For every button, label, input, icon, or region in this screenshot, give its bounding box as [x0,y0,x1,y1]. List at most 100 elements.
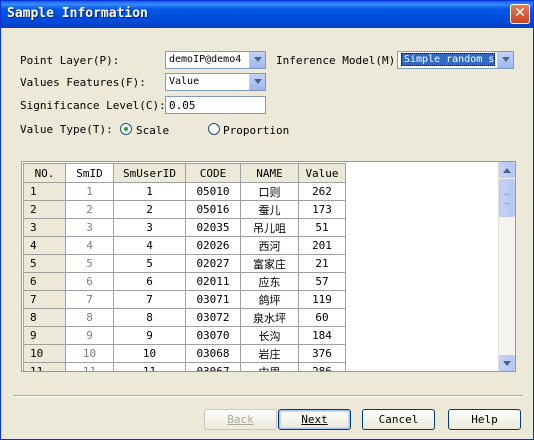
cell-no[interactable]: 11 [23,362,66,371]
cell-smid[interactable]: 4 [65,236,114,255]
cell-value[interactable]: 60 [298,308,346,327]
chevron-down-icon[interactable] [249,52,265,68]
table-row[interactable]: 5 5 5 02027 富家庄 21 [23,254,346,273]
column-header-smuserid[interactable]: SmUserID [113,163,186,183]
cell-smid[interactable]: 1 [65,182,114,201]
values-features-select[interactable]: Value [165,73,266,91]
table-row[interactable]: 2 2 2 05016 蚕儿 173 [23,200,346,219]
cell-value[interactable]: 376 [298,344,346,363]
column-header-code[interactable]: CODE [185,163,241,183]
table-row[interactable]: 9 9 9 03070 长沟 184 [23,326,346,345]
cell-smuserid[interactable]: 7 [113,290,186,309]
cell-no[interactable]: 10 [23,344,66,363]
vertical-scrollbar[interactable] [498,162,515,371]
cell-code[interactable]: 02027 [185,254,241,273]
cell-value[interactable]: 286 [298,362,346,371]
radio-scale-label[interactable]: Scale [136,124,169,137]
cell-name[interactable]: 中思 [240,362,299,371]
help-button[interactable]: Help [448,409,521,430]
cell-code[interactable]: 03068 [185,344,241,363]
cell-name[interactable]: 西河 [240,236,299,255]
close-icon[interactable]: ✕ [510,4,530,24]
scroll-thumb[interactable] [499,179,515,217]
cell-smuserid[interactable]: 9 [113,326,186,345]
inference-model-select[interactable]: Simple random sa [397,51,514,69]
cell-value[interactable]: 173 [298,200,346,219]
table-row[interactable]: 1 1 1 05010 口则 262 [23,182,346,201]
scroll-down-icon[interactable] [499,355,515,371]
cell-code[interactable]: 03071 [185,290,241,309]
scroll-up-icon[interactable] [499,162,515,178]
cell-smuserid[interactable]: 4 [113,236,186,255]
table-row[interactable]: 10 10 10 03068 岩庄 376 [23,344,346,363]
table-row[interactable]: 8 8 8 03072 泉水坪 60 [23,308,346,327]
radio-scale[interactable] [120,123,132,135]
cell-name[interactable]: 蚕儿 [240,200,299,219]
cell-value[interactable]: 21 [298,254,346,273]
cell-value[interactable]: 57 [298,272,346,291]
cell-no[interactable]: 3 [23,218,66,237]
cell-code[interactable]: 02026 [185,236,241,255]
cell-value[interactable]: 119 [298,290,346,309]
table-row[interactable]: 11 11 11 03067 中思 286 [23,362,346,371]
cell-smuserid[interactable]: 1 [113,182,186,201]
cell-name[interactable]: 应东 [240,272,299,291]
back-button[interactable]: Back [204,409,277,430]
cell-code[interactable]: 02035 [185,218,241,237]
table-row[interactable]: 3 3 3 02035 吊儿咀 51 [23,218,346,237]
cell-name[interactable]: 岩庄 [240,344,299,363]
column-header-smid[interactable]: SmID [65,163,114,183]
cell-smid[interactable]: 2 [65,200,114,219]
cell-smid[interactable]: 6 [65,272,114,291]
table-row[interactable]: 4 4 4 02026 西河 201 [23,236,346,255]
cell-code[interactable]: 03072 [185,308,241,327]
column-header-name[interactable]: NAME [240,163,299,183]
title-bar[interactable]: Sample Information ✕ [1,1,533,28]
cell-smid[interactable]: 9 [65,326,114,345]
cell-name[interactable]: 泉水坪 [240,308,299,327]
cell-name[interactable]: 长沟 [240,326,299,345]
cell-no[interactable]: 1 [23,182,66,201]
cell-no[interactable]: 2 [23,200,66,219]
table-row[interactable]: 7 7 7 03071 鸽坪 119 [23,290,346,309]
cell-smuserid[interactable]: 3 [113,218,186,237]
cell-smuserid[interactable]: 5 [113,254,186,273]
cell-smid[interactable]: 5 [65,254,114,273]
cell-code[interactable]: 03067 [185,362,241,371]
cell-no[interactable]: 8 [23,308,66,327]
cell-name[interactable]: 吊儿咀 [240,218,299,237]
cell-name[interactable]: 鸽坪 [240,290,299,309]
cell-smuserid[interactable]: 10 [113,344,186,363]
cell-code[interactable]: 02011 [185,272,241,291]
cell-code[interactable]: 03070 [185,326,241,345]
radio-proportion[interactable] [208,123,220,135]
significance-level-input[interactable]: 0.05 [165,96,266,114]
chevron-down-icon[interactable] [497,52,513,68]
sample-data-grid[interactable]: NO. SmID SmUserID CODE NAME Value 1 1 1 050… [21,161,516,372]
cell-smid[interactable]: 11 [65,362,114,371]
cell-smuserid[interactable]: 6 [113,272,186,291]
cell-smid[interactable]: 10 [65,344,114,363]
cell-smuserid[interactable]: 11 [113,362,186,371]
cell-name[interactable]: 口则 [240,182,299,201]
cell-no[interactable]: 4 [23,236,66,255]
column-header-value[interactable]: Value [298,163,346,183]
cell-value[interactable]: 51 [298,218,346,237]
cell-value[interactable]: 184 [298,326,346,345]
cell-no[interactable]: 9 [23,326,66,345]
next-button[interactable]: Next [278,409,351,430]
cell-no[interactable]: 6 [23,272,66,291]
cell-name[interactable]: 富家庄 [240,254,299,273]
cell-no[interactable]: 5 [23,254,66,273]
cell-smid[interactable]: 7 [65,290,114,309]
cell-value[interactable]: 262 [298,182,346,201]
chevron-down-icon[interactable] [249,74,265,90]
point-layer-select[interactable]: demoIP@demo4 [165,51,266,69]
column-header-no[interactable]: NO. [23,163,66,183]
table-row[interactable]: 6 6 6 02011 应东 57 [23,272,346,291]
cell-smuserid[interactable]: 8 [113,308,186,327]
radio-proportion-label[interactable]: Proportion [223,124,289,137]
cell-smuserid[interactable]: 2 [113,200,186,219]
cell-no[interactable]: 7 [23,290,66,309]
cell-smid[interactable]: 8 [65,308,114,327]
